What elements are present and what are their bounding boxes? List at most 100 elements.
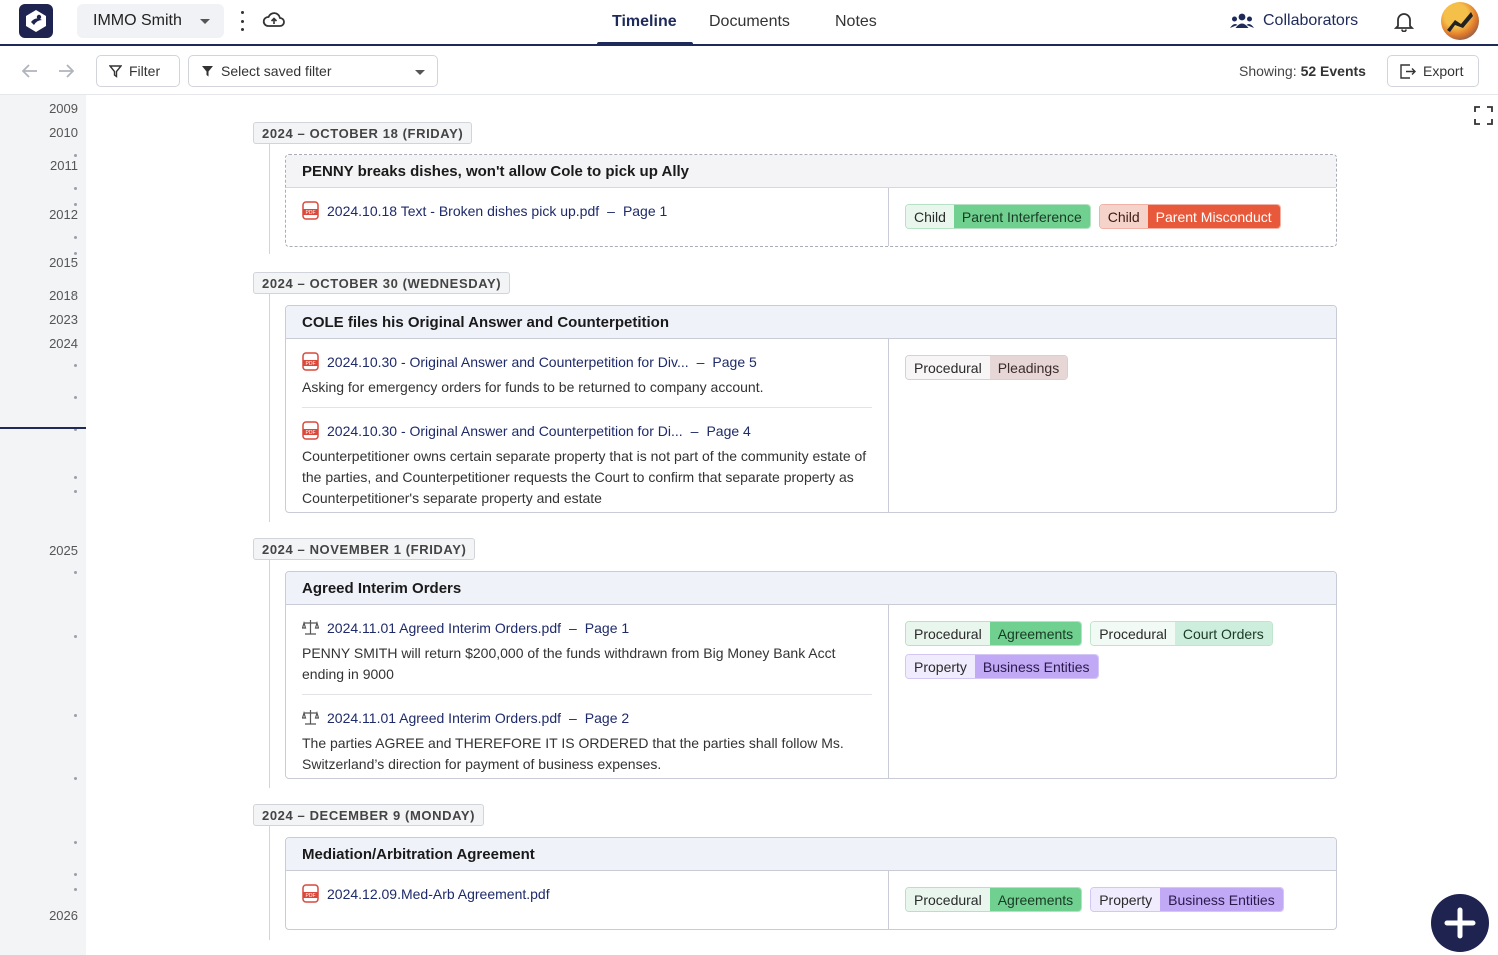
saved-filter-select[interactable]: Select saved filter <box>188 55 438 87</box>
tab-timeline[interactable]: Timeline <box>597 0 693 46</box>
scales-icon <box>302 620 319 635</box>
event-dot[interactable] <box>74 476 77 479</box>
add-event-button[interactable] <box>1431 894 1489 952</box>
tag-category: Child <box>1099 205 1148 228</box>
forward-arrow-icon[interactable] <box>58 62 75 83</box>
event-dot[interactable] <box>74 154 77 157</box>
source-file-link[interactable]: 2024.10.18 Text - Broken dishes pick up.… <box>327 203 599 219</box>
source-excerpt: PENNY SMITH will return $200,000 of the … <box>302 645 836 682</box>
filter-button[interactable]: Filter <box>96 55 180 87</box>
event-title: PENNY breaks dishes, won't allow Cole to… <box>286 155 1336 188</box>
tag[interactable]: Procedural Agreements <box>905 887 1083 912</box>
tag[interactable]: Property Business Entities <box>905 654 1099 679</box>
svg-text:PDF: PDF <box>306 361 316 367</box>
event-dot[interactable] <box>74 841 77 844</box>
tag-category: Procedural <box>906 622 990 645</box>
export-label: Export <box>1423 63 1464 79</box>
showing-label: Showing: <box>1239 63 1297 79</box>
source-page-link[interactable]: Page 5 <box>712 354 756 370</box>
event-dot[interactable] <box>74 777 77 780</box>
event-dot[interactable] <box>74 203 77 206</box>
fullscreen-icon[interactable] <box>1474 106 1493 128</box>
back-arrow-icon[interactable] <box>21 62 38 83</box>
tag[interactable]: Property Business Entities <box>1090 887 1284 912</box>
tab-documents[interactable]: Documents <box>709 0 790 44</box>
source-file-link[interactable]: 2024.11.01 Agreed Interim Orders.pdf <box>327 710 561 726</box>
year-label[interactable]: 2023 <box>49 312 78 327</box>
pdf-icon: PDF <box>302 421 319 440</box>
source-file-link[interactable]: 2024.10.30 - Original Answer and Counter… <box>327 423 683 439</box>
source-item: PDF 2024.10.18 Text - Broken dishes pick… <box>302 188 872 229</box>
tag-label: Agreements <box>989 622 1082 645</box>
event-dot[interactable] <box>74 635 77 638</box>
event-card[interactable]: COLE files his Original Answer and Count… <box>285 305 1337 513</box>
source-page-link[interactable]: Page 1 <box>623 203 667 219</box>
source-item: PDF 2024.12.09.Med-Arb Agreement.pdf <box>302 871 872 912</box>
event-dot[interactable] <box>74 571 77 574</box>
source-page-link[interactable]: Page 2 <box>585 710 629 726</box>
svg-text:PDF: PDF <box>306 430 316 436</box>
timeline-line <box>269 294 270 522</box>
event-dot[interactable] <box>74 364 77 367</box>
year-rail[interactable]: 2009 2010 2011 2012 2015 2018 2023 2024 … <box>0 95 86 955</box>
tab-notes[interactable]: Notes <box>835 0 877 44</box>
plus-icon <box>1444 907 1476 939</box>
event-date: 2024 – OCTOBER 30 (WEDNESDAY) <box>253 272 511 294</box>
pdf-icon: PDF <box>302 884 319 903</box>
event-tags: Procedural Agreements Procedural Court Ord… <box>889 605 1336 778</box>
tag[interactable]: Procedural Court Orders <box>1090 621 1273 646</box>
event-dot[interactable] <box>74 293 77 296</box>
year-label[interactable]: 2009 <box>49 101 78 116</box>
top-bar: IMMO Smith Timeline Documents Notes Coll… <box>0 0 1498 46</box>
event-dot[interactable] <box>74 396 77 399</box>
event-dot[interactable] <box>74 236 77 239</box>
filter-icon <box>202 65 213 76</box>
year-label[interactable]: 2026 <box>49 908 78 923</box>
tag[interactable]: Procedural Agreements <box>905 621 1083 646</box>
event-title: COLE files his Original Answer and Count… <box>286 306 1336 339</box>
cloud-sync-icon[interactable] <box>262 10 286 33</box>
export-button[interactable]: Export <box>1387 55 1479 87</box>
project-selector[interactable]: IMMO Smith <box>77 4 224 38</box>
source-file-link[interactable]: 2024.11.01 Agreed Interim Orders.pdf <box>327 620 561 636</box>
event-dot[interactable] <box>74 252 77 255</box>
tag[interactable]: Procedural Pleadings <box>905 355 1069 380</box>
event-count: Showing: 52 Events <box>1239 63 1366 79</box>
source-file-link[interactable]: 2024.10.30 - Original Answer and Counter… <box>327 354 689 370</box>
source-file-link[interactable]: 2024.12.09.Med-Arb Agreement.pdf <box>327 886 550 902</box>
event-dot[interactable] <box>74 888 77 891</box>
tag[interactable]: Child Parent Misconduct <box>1098 204 1281 229</box>
event-dot[interactable] <box>74 490 77 493</box>
current-position-marker[interactable] <box>0 427 86 429</box>
collaborators-button[interactable]: Collaborators <box>1229 0 1358 42</box>
tag-category: Child <box>906 205 954 228</box>
app-logo[interactable] <box>19 4 53 38</box>
event-dot[interactable] <box>74 873 77 876</box>
filter-icon <box>109 64 122 78</box>
source-page-link[interactable]: Page 1 <box>585 620 629 636</box>
tag-label: Business Entities <box>1160 888 1283 911</box>
year-label[interactable]: 2015 <box>49 255 78 270</box>
year-label[interactable]: 2011 <box>50 158 78 173</box>
year-label[interactable]: 2010 <box>49 125 78 140</box>
source-page-link[interactable]: Page 4 <box>706 423 750 439</box>
tag-label: Parent Misconduct <box>1147 205 1280 228</box>
event-card[interactable]: PENNY breaks dishes, won't allow Cole to… <box>285 154 1337 247</box>
event-dot[interactable] <box>74 187 77 190</box>
event-dot[interactable] <box>74 714 77 717</box>
year-label[interactable]: 2025 <box>49 543 78 558</box>
event-card[interactable]: Mediation/Arbitration Agreement PDF 2024… <box>285 837 1337 930</box>
event-card[interactable]: Agreed Interim Orders 2024.11.01 Agreed … <box>285 571 1337 779</box>
bell-icon[interactable] <box>1393 10 1415 35</box>
user-avatar[interactable] <box>1441 2 1479 40</box>
timeline-line <box>269 144 270 254</box>
source-item: 2024.11.01 Agreed Interim Orders.pdf – P… <box>302 605 872 695</box>
tag-category: Procedural <box>906 356 990 379</box>
year-label[interactable]: 2024 <box>49 336 78 351</box>
scales-icon <box>302 710 319 725</box>
tag-label: Pleadings <box>989 356 1068 379</box>
collaborators-label: Collaborators <box>1263 12 1359 29</box>
tag[interactable]: Child Parent Interference <box>905 204 1091 229</box>
more-options-icon[interactable] <box>238 11 246 31</box>
year-label[interactable]: 2012 <box>49 207 78 222</box>
